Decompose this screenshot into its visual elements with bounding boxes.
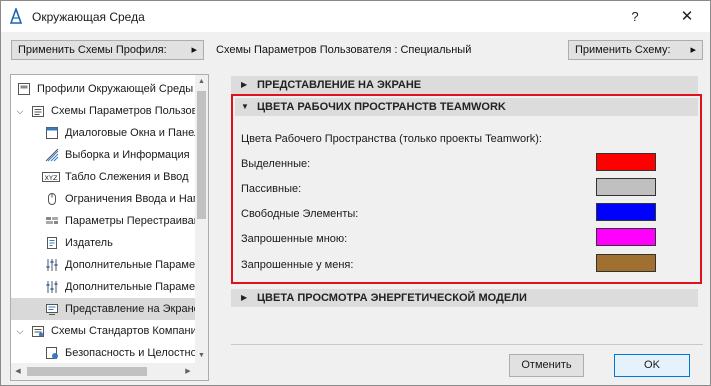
apply-scheme-label: Применить Схему: [575, 44, 671, 56]
window-title: Окружающая Среда [32, 10, 145, 24]
tree-item-label: Издатель [65, 237, 113, 249]
scrollbar-corner [195, 363, 208, 380]
section-energy-model-header[interactable]: ▶ ЦВЕТА ПРОСМОТРА ЭНЕРГЕТИЧЕСКОЙ МОДЕЛИ [231, 289, 698, 307]
tree-item-tracker[interactable]: XYZ Табло Слежения и Ввод [11, 166, 195, 188]
passive-label: Пассивные: [241, 183, 302, 195]
archicad-app-icon [9, 8, 23, 24]
free-elements-color-swatch[interactable] [596, 203, 656, 221]
requested-by-me-color-swatch[interactable] [596, 228, 656, 246]
tree-item-label: Дополнительные Параметры [65, 259, 195, 271]
footer-separator [231, 344, 703, 345]
requested-from-me-color-swatch[interactable] [596, 254, 656, 272]
tree-item-label: Дополнительные Параметры [65, 281, 195, 293]
caret-right-icon: ▸ [690, 44, 696, 56]
tree-item-input-constraints[interactable]: Ограничения Ввода и Направляющие [11, 188, 195, 210]
close-button[interactable]: ✕ [664, 1, 710, 32]
sliders-icon [46, 259, 58, 271]
tree-vertical-scrollbar[interactable]: ▲ ▼ [195, 75, 208, 363]
xyz-icon-text: XYZ [45, 174, 58, 182]
tree-item-security[interactable]: Безопасность и Целостность [11, 342, 195, 363]
tree-item-more-options-2[interactable]: Дополнительные Параметры [11, 276, 195, 298]
apply-scheme-button[interactable]: Применить Схему: ▸ [568, 40, 703, 60]
highlighted-color-swatch[interactable] [596, 153, 656, 171]
dialogs-icon [46, 127, 58, 139]
settings-panel: ▶ ПРЕДСТАВЛЕНИЕ НА ЭКРАНЕ ▼ ЦВЕТА РАБОЧИ… [231, 74, 703, 345]
tree-item-dialogs[interactable]: Диалоговые Окна и Панели [11, 122, 195, 144]
expand-triangle-icon: ▶ [241, 80, 248, 89]
publisher-icon [47, 237, 57, 249]
section-teamwork-colors-header[interactable]: ▼ ЦВЕТА РАБОЧИХ ПРОСТРАНСТВ TEAMWORK [235, 98, 698, 116]
tree-item-rebuild[interactable]: Параметры Перестраивания [11, 210, 195, 232]
tree-item-label: Схемы Параметров Пользователя [51, 105, 195, 117]
tree-item-user-schemes[interactable]: ⌵ Схемы Параметров Пользователя [11, 100, 195, 122]
profiles-icon [18, 83, 30, 95]
help-button[interactable]: ? [612, 1, 658, 32]
tree-item-publisher[interactable]: Издатель [11, 232, 195, 254]
requested-from-me-label: Запрошенные у меня: [241, 259, 354, 271]
requested-by-me-label: Запрошенные мною: [241, 233, 348, 245]
collapse-chevron-icon[interactable]: ⌵ [15, 100, 25, 122]
security-icon [46, 347, 58, 359]
xyz-tracker-icon: XYZ [42, 172, 60, 182]
scroll-right-arrow-icon[interactable]: ▶ [181, 363, 195, 380]
apply-profile-schemes-label: Применить Схемы Профиля: [18, 44, 167, 56]
teamwork-intro-text: Цвета Рабочего Пространства (только прое… [241, 133, 542, 145]
collapse-triangle-icon: ▼ [241, 102, 249, 111]
tree-item-label: Табло Слежения и Ввод [65, 171, 189, 183]
tree-item-label: Безопасность и Целостность [65, 347, 195, 359]
passive-color-swatch[interactable] [596, 178, 656, 196]
tree-item-label: Представление на Экране [65, 303, 195, 315]
tree-item-more-options-1[interactable]: Дополнительные Параметры [11, 254, 195, 276]
tree-item-label: Схемы Стандартов Компании [51, 325, 195, 337]
environment-dialog: Окружающая Среда ? ✕ Применить Схемы Про… [0, 0, 711, 386]
caret-right-icon: ▸ [191, 44, 197, 56]
tree-item-screen-view[interactable]: Представление на Экране [11, 298, 195, 320]
section-title: ПРЕДСТАВЛЕНИЕ НА ЭКРАНЕ [257, 79, 422, 91]
expand-triangle-icon: ▶ [241, 293, 248, 302]
rebuild-icon [46, 217, 58, 224]
tree-item-selection[interactable]: Выборка и Информация [11, 144, 195, 166]
section-screen-view-header[interactable]: ▶ ПРЕДСТАВЛЕНИЕ НА ЭКРАНЕ [231, 76, 698, 94]
scroll-up-arrow-icon[interactable]: ▲ [195, 75, 208, 89]
tree-item-label: Диалоговые Окна и Панели [65, 127, 195, 139]
vertical-scroll-thumb[interactable] [197, 91, 206, 219]
horizontal-scroll-thumb[interactable] [27, 367, 147, 376]
company-schemes-icon [32, 326, 44, 337]
screen-icon [46, 304, 58, 315]
sliders-icon [46, 281, 58, 293]
tree-item-label: Выборка и Информация [65, 149, 190, 161]
tree-viewport: Профили Окружающей Среды ⌵ Схемы Парамет… [11, 75, 195, 363]
scroll-left-arrow-icon[interactable]: ◀ [11, 363, 25, 380]
user-schemes-icon [32, 106, 44, 117]
tree-horizontal-scrollbar[interactable]: ◀ ▶ [11, 363, 195, 380]
free-elements-label: Свободные Элементы: [241, 208, 359, 220]
tree-item-company-schemes[interactable]: ⌵ Схемы Стандартов Компании [11, 320, 195, 342]
collapse-chevron-icon[interactable]: ⌵ [15, 320, 25, 342]
section-title: ЦВЕТА ПРОСМОТРА ЭНЕРГЕТИЧЕСКОЙ МОДЕЛИ [257, 292, 527, 304]
tree-item-label: Ограничения Ввода и Направляющие [65, 193, 195, 205]
tree-item-label: Параметры Перестраивания [65, 215, 195, 227]
tree-item-profiles[interactable]: Профили Окружающей Среды [11, 78, 195, 100]
highlighted-label: Выделенные: [241, 158, 311, 170]
section-title: ЦВЕТА РАБОЧИХ ПРОСТРАНСТВ TEAMWORK [257, 101, 506, 113]
tree-item-label: Профили Окружающей Среды [37, 83, 194, 95]
ok-button[interactable]: OK [614, 354, 690, 377]
user-schemes-status: Схемы Параметров Пользователя : Специаль… [216, 44, 472, 56]
selection-icon [45, 148, 59, 162]
scroll-down-arrow-icon[interactable]: ▼ [195, 349, 208, 363]
mouse-icon [48, 193, 56, 205]
apply-profile-schemes-button[interactable]: Применить Схемы Профиля: ▸ [11, 40, 204, 60]
settings-tree: Профили Окружающей Среды ⌵ Схемы Парамет… [10, 74, 209, 381]
title-bar: Окружающая Среда ? ✕ [1, 1, 710, 32]
cancel-button[interactable]: Отменить [509, 354, 584, 377]
